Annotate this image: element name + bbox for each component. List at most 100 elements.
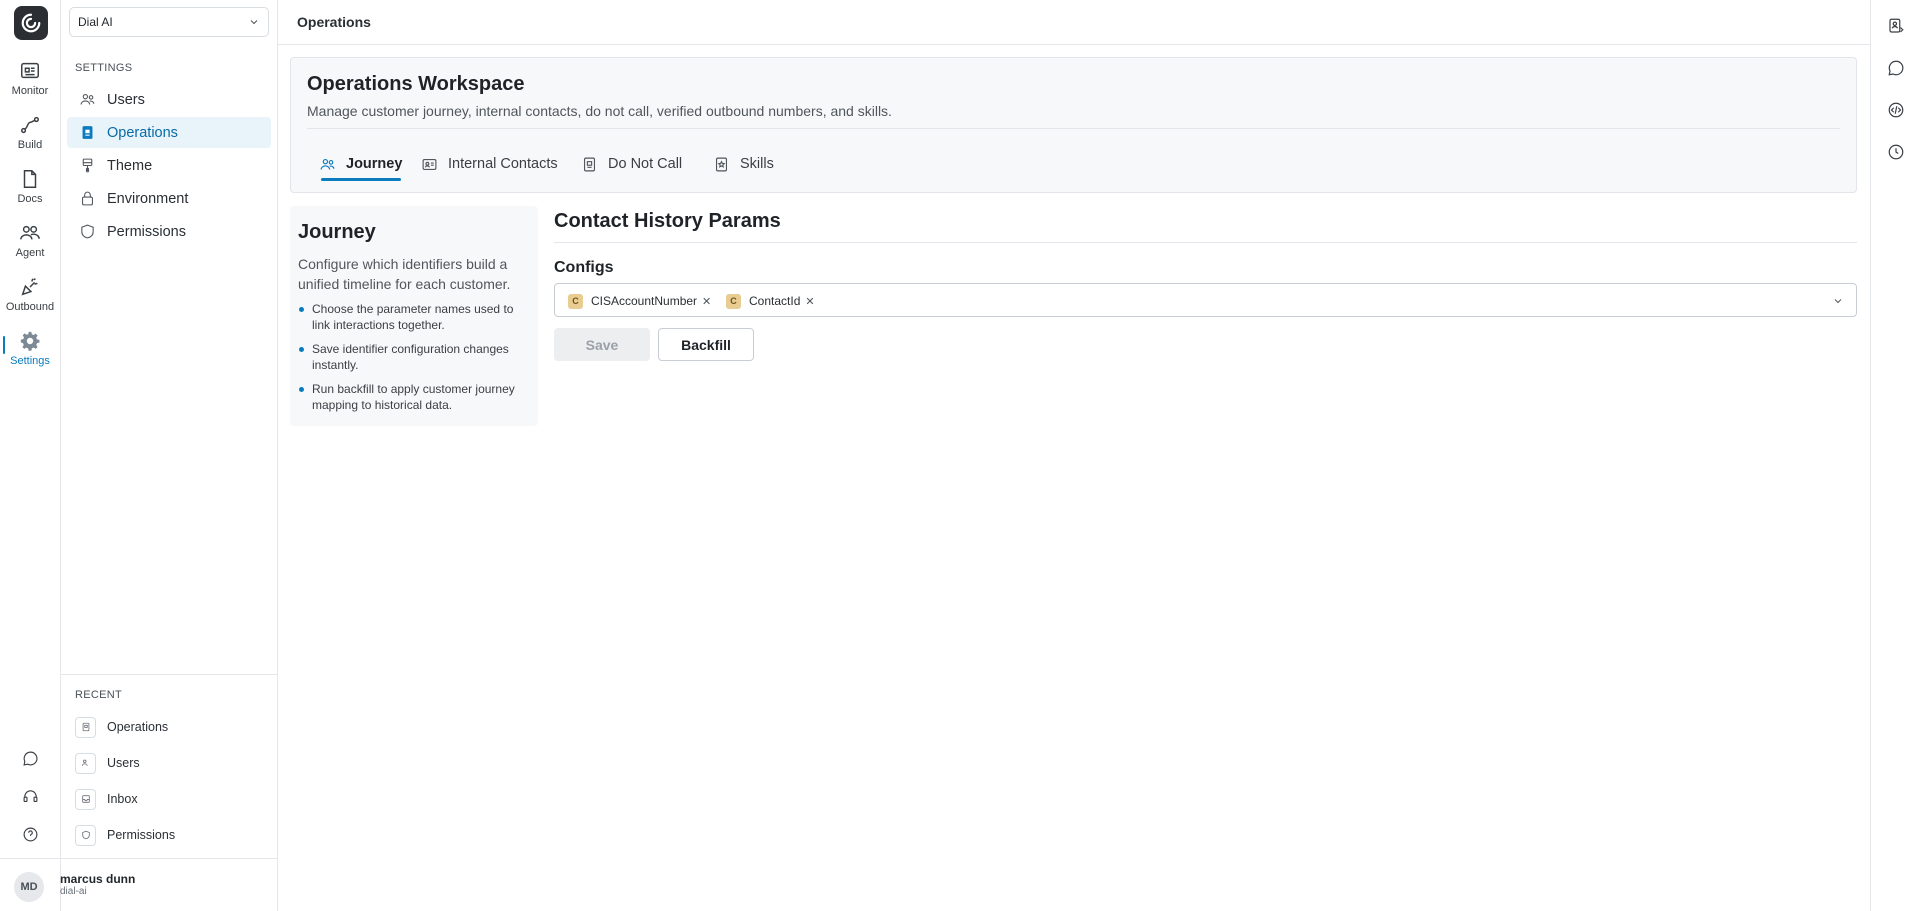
rail-help-button[interactable] bbox=[0, 821, 60, 847]
chat-icon bbox=[22, 751, 38, 766]
recent-item-icon-box bbox=[75, 824, 96, 846]
history-icon[interactable] bbox=[1887, 143, 1905, 161]
sidebar-item-permissions[interactable]: Permissions bbox=[67, 216, 271, 247]
inbox-icon bbox=[81, 795, 90, 803]
sidebar-item-label: Users bbox=[107, 91, 145, 108]
rail-label: Monitor bbox=[11, 85, 49, 97]
org-select-value: Dial AI bbox=[78, 15, 113, 29]
settings-icon bbox=[20, 331, 40, 351]
chip-badge: C bbox=[568, 293, 583, 309]
outbound-icon bbox=[21, 278, 38, 296]
recent-item-icon-box bbox=[75, 788, 96, 810]
chevron-down-icon bbox=[250, 20, 258, 25]
close-icon[interactable]: ✕ bbox=[805, 295, 814, 308]
workspace-divider bbox=[307, 128, 1840, 129]
config-chip: C CISAccountNumber ✕ bbox=[568, 292, 711, 310]
chat-icon[interactable] bbox=[1887, 59, 1905, 77]
workspace-header: Operations Workspace Manage customer jou… bbox=[290, 57, 1857, 193]
topbar: Operations bbox=[278, 0, 1870, 45]
recent-item-users[interactable]: Users bbox=[75, 751, 140, 775]
users-icon bbox=[320, 158, 335, 170]
recent-section-label: RECENT bbox=[75, 689, 123, 701]
rail-item-outbound[interactable]: Outbound bbox=[0, 276, 60, 328]
lock-icon bbox=[82, 191, 93, 206]
rail-label: Docs bbox=[17, 193, 43, 205]
rail-support-button[interactable] bbox=[0, 783, 60, 809]
chip-label: CISAccountNumber bbox=[591, 294, 698, 308]
recent-item-operations[interactable]: Operations bbox=[75, 715, 168, 739]
tab-internal-contacts[interactable]: Internal Contacts bbox=[421, 152, 558, 176]
rail-item-docs[interactable]: Docs bbox=[0, 168, 60, 220]
chevron-down-icon[interactable] bbox=[1832, 295, 1844, 307]
journey-description: Configure which identifiers build a unif… bbox=[298, 256, 511, 292]
rail-label: Agent bbox=[15, 247, 45, 259]
page-title: Operations bbox=[297, 14, 371, 30]
app-root: Monitor Build Docs Agent Outbound Settin… bbox=[0, 0, 1920, 911]
workspace-description: Manage customer journey, internal contac… bbox=[307, 103, 892, 119]
logo-icon bbox=[21, 13, 41, 33]
journey-info-card: Journey Configure which identifiers buil… bbox=[290, 206, 538, 426]
sidebar-item-users[interactable]: Users bbox=[67, 84, 271, 115]
shield-icon bbox=[81, 830, 90, 840]
rail-item-settings[interactable]: Settings bbox=[0, 330, 60, 382]
tab-skills[interactable]: Skills bbox=[713, 152, 774, 176]
recent-item-label: Users bbox=[107, 756, 140, 770]
main-content: Operations Operations Workspace Manage c… bbox=[278, 0, 1870, 911]
configs-label: Configs bbox=[554, 259, 614, 276]
contact-list-icon[interactable] bbox=[1887, 17, 1905, 35]
monitor-icon bbox=[21, 62, 39, 79]
configs-multiselect[interactable]: C CISAccountNumber ✕ C ContactId ✕ bbox=[554, 283, 1857, 317]
recent-item-icon-box bbox=[75, 716, 96, 738]
rail-item-monitor[interactable]: Monitor bbox=[0, 60, 60, 112]
tab-label: Do Not Call bbox=[608, 156, 683, 172]
sidebar-item-operations[interactable]: Operations bbox=[67, 117, 271, 148]
operations-icon bbox=[82, 722, 89, 732]
badge-icon bbox=[715, 157, 728, 171]
shield-icon bbox=[81, 224, 94, 239]
sidebar-item-label: Theme bbox=[107, 157, 153, 174]
rail-label: Outbound bbox=[5, 301, 55, 313]
config-chip: C ContactId ✕ bbox=[726, 292, 815, 310]
app-logo[interactable] bbox=[14, 6, 48, 40]
rail-chat-button[interactable] bbox=[0, 745, 60, 771]
operations-icon bbox=[82, 126, 93, 139]
agent-icon bbox=[20, 225, 40, 240]
help-icon bbox=[23, 827, 37, 841]
workspace-title: Operations Workspace bbox=[307, 73, 525, 95]
backfill-button[interactable]: Backfill bbox=[658, 328, 754, 361]
recent-item-permissions[interactable]: Permissions bbox=[75, 823, 175, 847]
docs-icon bbox=[23, 170, 37, 188]
user-name[interactable]: marcus dunn bbox=[60, 872, 135, 886]
recent-item-label: Operations bbox=[107, 720, 169, 734]
active-tab-indicator bbox=[321, 178, 401, 181]
document-icon bbox=[583, 157, 596, 171]
chip-label: ContactId bbox=[749, 294, 801, 308]
recent-item-label: Inbox bbox=[107, 792, 138, 806]
right-utility-rail bbox=[1870, 0, 1920, 911]
avatar[interactable]: MD bbox=[14, 872, 44, 902]
code-icon[interactable] bbox=[1887, 101, 1905, 119]
journey-bullet: Choose the parameter names used to link … bbox=[298, 301, 530, 333]
users-icon bbox=[80, 94, 95, 105]
contact-history-divider bbox=[554, 242, 1857, 243]
sidebar-item-environment[interactable]: Environment bbox=[67, 183, 271, 214]
recent-item-inbox[interactable]: Inbox bbox=[75, 787, 138, 811]
tab-label: Skills bbox=[740, 156, 774, 172]
close-icon[interactable]: ✕ bbox=[702, 295, 711, 308]
save-button[interactable]: Save bbox=[554, 328, 650, 361]
recent-item-icon-box bbox=[75, 752, 96, 774]
journey-bullet: Save identifier configuration changes in… bbox=[298, 341, 530, 373]
primary-nav-rail: Monitor Build Docs Agent Outbound Settin… bbox=[0, 0, 61, 911]
tab-label: Journey bbox=[346, 156, 403, 172]
sidebar-item-label: Permissions bbox=[107, 223, 186, 240]
org-select[interactable]: Dial AI bbox=[69, 7, 269, 37]
rail-item-agent[interactable]: Agent bbox=[0, 222, 60, 274]
tab-journey[interactable]: Journey bbox=[319, 152, 402, 176]
journey-bullet: Run backfill to apply customer journey m… bbox=[298, 381, 530, 413]
tab-label: Internal Contacts bbox=[448, 156, 558, 172]
settings-section-label: SETTINGS bbox=[75, 62, 133, 74]
rail-label: Build bbox=[17, 139, 43, 151]
tab-do-not-call[interactable]: Do Not Call bbox=[581, 152, 682, 176]
rail-item-build[interactable]: Build bbox=[0, 114, 60, 166]
sidebar-item-theme[interactable]: Theme bbox=[67, 150, 271, 181]
